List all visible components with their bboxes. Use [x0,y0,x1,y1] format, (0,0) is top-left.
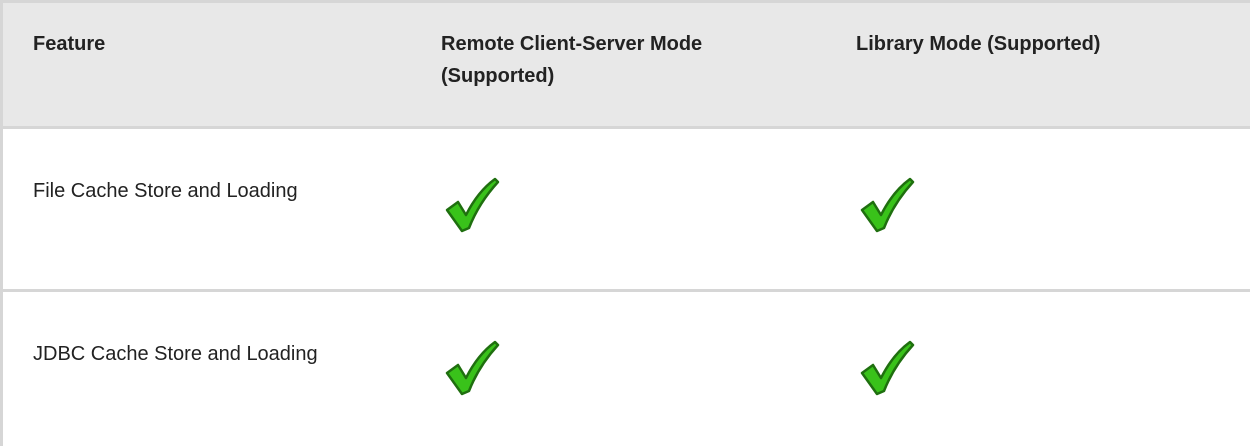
feature-name-cell: File Cache Store and Loading [33,179,298,202]
table-body: File Cache Store and Loading JDBC Cache … [3,127,1250,444]
library-support-cell [826,290,1250,444]
header-remote-client-server-mode: Remote Client-Server Mode (Supported) [411,3,826,129]
checkmark-icon [860,177,915,232]
checkmark-icon [860,340,915,395]
feature-name-cell: JDBC Cache Store and Loading [33,342,318,365]
header-feature: Feature [3,3,411,129]
library-support-cell [826,127,1250,290]
checkmark-icon [445,177,500,232]
header-library-mode: Library Mode (Supported) [826,3,1250,129]
table-header: Feature Remote Client-Server Mode (Suppo… [3,3,1250,129]
checkmark-icon [445,340,500,395]
feature-support-table-container: Feature Remote Client-Server Mode (Suppo… [0,0,1250,446]
remote-support-cell [411,127,826,290]
table-row: JDBC Cache Store and Loading [3,290,1250,444]
header-row: Feature Remote Client-Server Mode (Suppo… [3,3,1250,129]
feature-support-table: Feature Remote Client-Server Mode (Suppo… [3,3,1250,444]
table-row: File Cache Store and Loading [3,127,1250,290]
remote-support-cell [411,290,826,444]
